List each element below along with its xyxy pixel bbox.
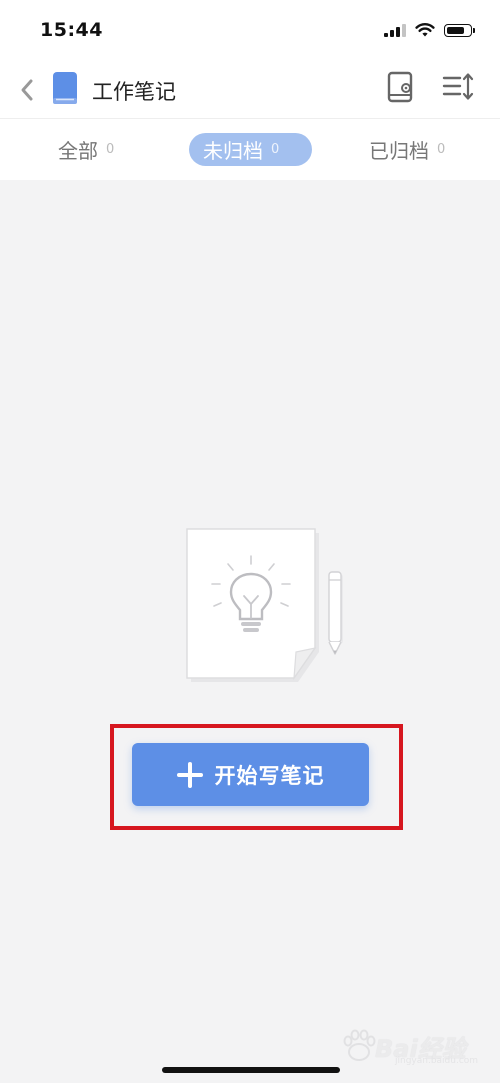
tab-count: 0	[106, 142, 115, 157]
notebook-settings-button[interactable]	[386, 70, 416, 104]
sort-icon	[442, 73, 474, 100]
start-writing-note-button[interactable]: 开始写笔记	[132, 743, 369, 806]
empty-notes-illustration	[186, 528, 343, 682]
notebook-settings-icon	[387, 71, 413, 103]
notebook-icon	[53, 72, 77, 104]
tab-bar: 全部 0 未归档 0 已归档 0	[0, 118, 500, 180]
tab-label: 未归档	[203, 139, 263, 163]
battery-icon	[444, 23, 475, 37]
nav-bar: 工作笔记	[0, 62, 500, 118]
status-icons	[384, 22, 475, 38]
back-button[interactable]	[14, 76, 40, 104]
start-writing-note-label: 开始写笔记	[214, 763, 325, 788]
tab-all[interactable]: 全部 0	[58, 133, 114, 166]
battery-level	[447, 26, 464, 34]
back-chevron-icon	[21, 79, 33, 101]
wifi-icon	[415, 23, 435, 37]
tab-unarchived[interactable]: 未归档 0	[189, 133, 312, 166]
status-time: 15:44	[40, 19, 103, 41]
page-title: 工作笔记	[92, 80, 176, 104]
tab-archived[interactable]: 已归档 0	[369, 133, 445, 166]
tab-label: 全部	[58, 139, 98, 163]
tab-label: 已归档	[369, 139, 429, 163]
sort-button[interactable]	[442, 71, 474, 103]
home-indicator	[162, 1067, 340, 1073]
status-bar: 15:44	[0, 0, 500, 62]
baidu-jingyan-watermark: Bai经验 jingyan.baidu.com	[339, 1022, 478, 1070]
watermark-url: jingyan.baidu.com	[395, 1056, 479, 1066]
cellular-signal-icon	[384, 23, 406, 37]
tab-count: 0	[271, 142, 280, 157]
plus-icon	[176, 761, 203, 788]
tab-count: 0	[437, 142, 446, 157]
paw-logo-icon	[343, 1029, 376, 1061]
